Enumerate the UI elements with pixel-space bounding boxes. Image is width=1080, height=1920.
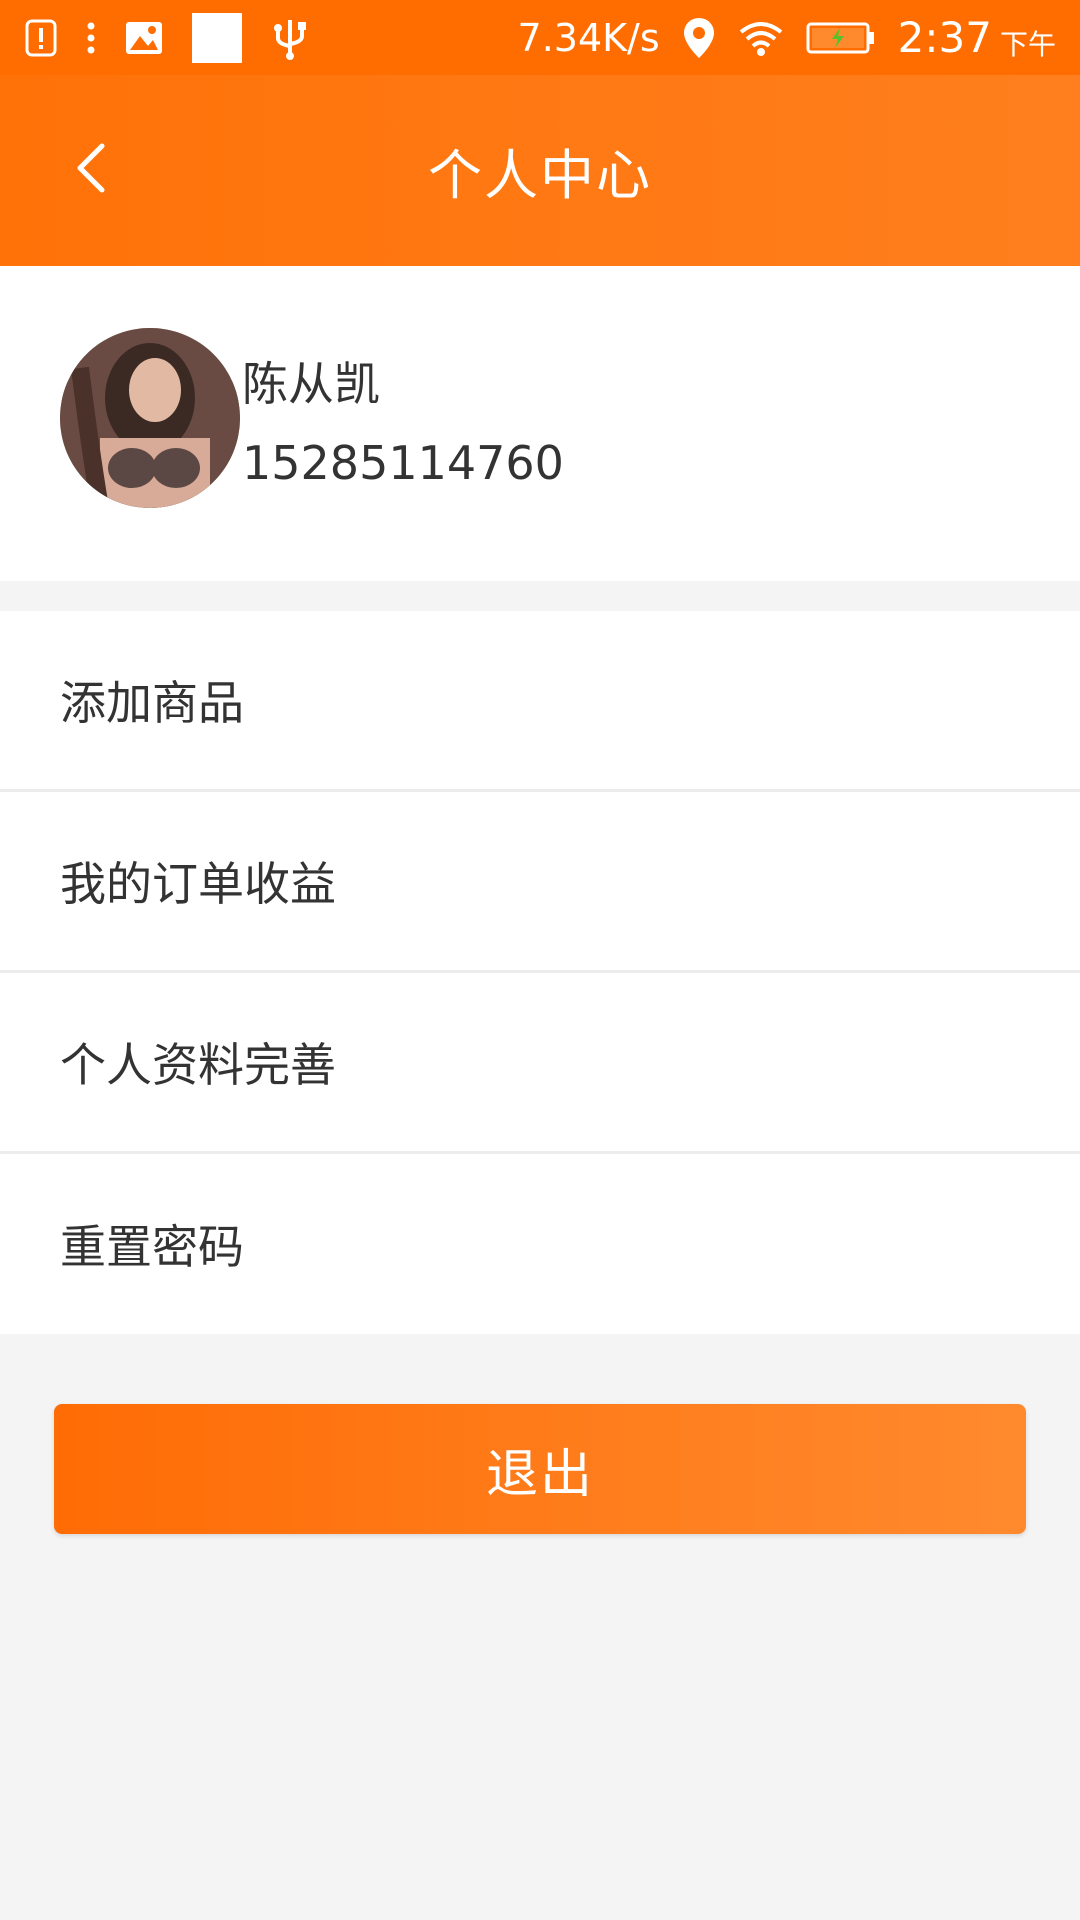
user-name: 陈从凯 [242,357,380,411]
menu-item-complete-profile[interactable]: 个人资料完善 [0,973,1080,1154]
profile-card: 陈从凯 15285114760 [0,266,1080,581]
clock-ampm: 下午 [999,27,1056,61]
menu-item-add-product[interactable]: 添加商品 [0,611,1080,792]
page-title: 个人中心 [428,144,652,207]
menu-list: 添加商品 我的订单收益 个人资料完善 重置密码 [0,611,1080,1334]
menu-item-label: 重置密码 [60,1220,244,1274]
menu-item-my-order-earnings[interactable]: 我的订单收益 [0,792,1080,973]
user-phone: 15285114760 [242,436,564,490]
menu-item-label: 添加商品 [60,676,244,730]
avatar[interactable] [60,328,240,508]
more-dots-icon [86,20,96,56]
white-square [192,12,242,63]
menu-item-reset-password[interactable]: 重置密码 [0,1154,1080,1334]
clock-time: 2:37 [897,13,992,62]
net-speed: 7.34K/s [517,15,660,60]
wifi-icon [738,19,784,57]
notification-alert-icon [24,18,58,58]
menu-item-label: 我的订单收益 [60,857,336,911]
logout-button[interactable]: 退出 [54,1404,1026,1534]
image-icon [124,20,164,56]
battery-icon [806,20,876,56]
status-bar-right: 7.34K/s 2:37 下午 [518,13,1056,63]
status-bar: 7.34K/s 2:37 下午 [0,0,1080,75]
status-bar-left [24,12,310,63]
app-header: 个人中心 [0,75,1080,266]
location-icon [682,16,716,60]
menu-item-label: 个人资料完善 [60,1038,336,1092]
usb-icon [270,16,310,60]
